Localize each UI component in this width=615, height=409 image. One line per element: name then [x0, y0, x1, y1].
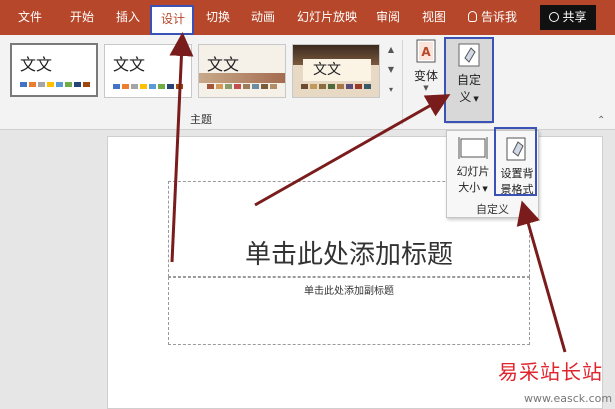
arrow-to-format-background	[516, 200, 567, 353]
annotation-arrows	[169, 32, 567, 353]
arrow-to-design-tab	[169, 32, 194, 263]
arrow-to-customize	[254, 94, 451, 207]
watermark-url: www.easck.com	[524, 392, 613, 405]
watermark-logo: 易采站长站	[498, 360, 603, 384]
